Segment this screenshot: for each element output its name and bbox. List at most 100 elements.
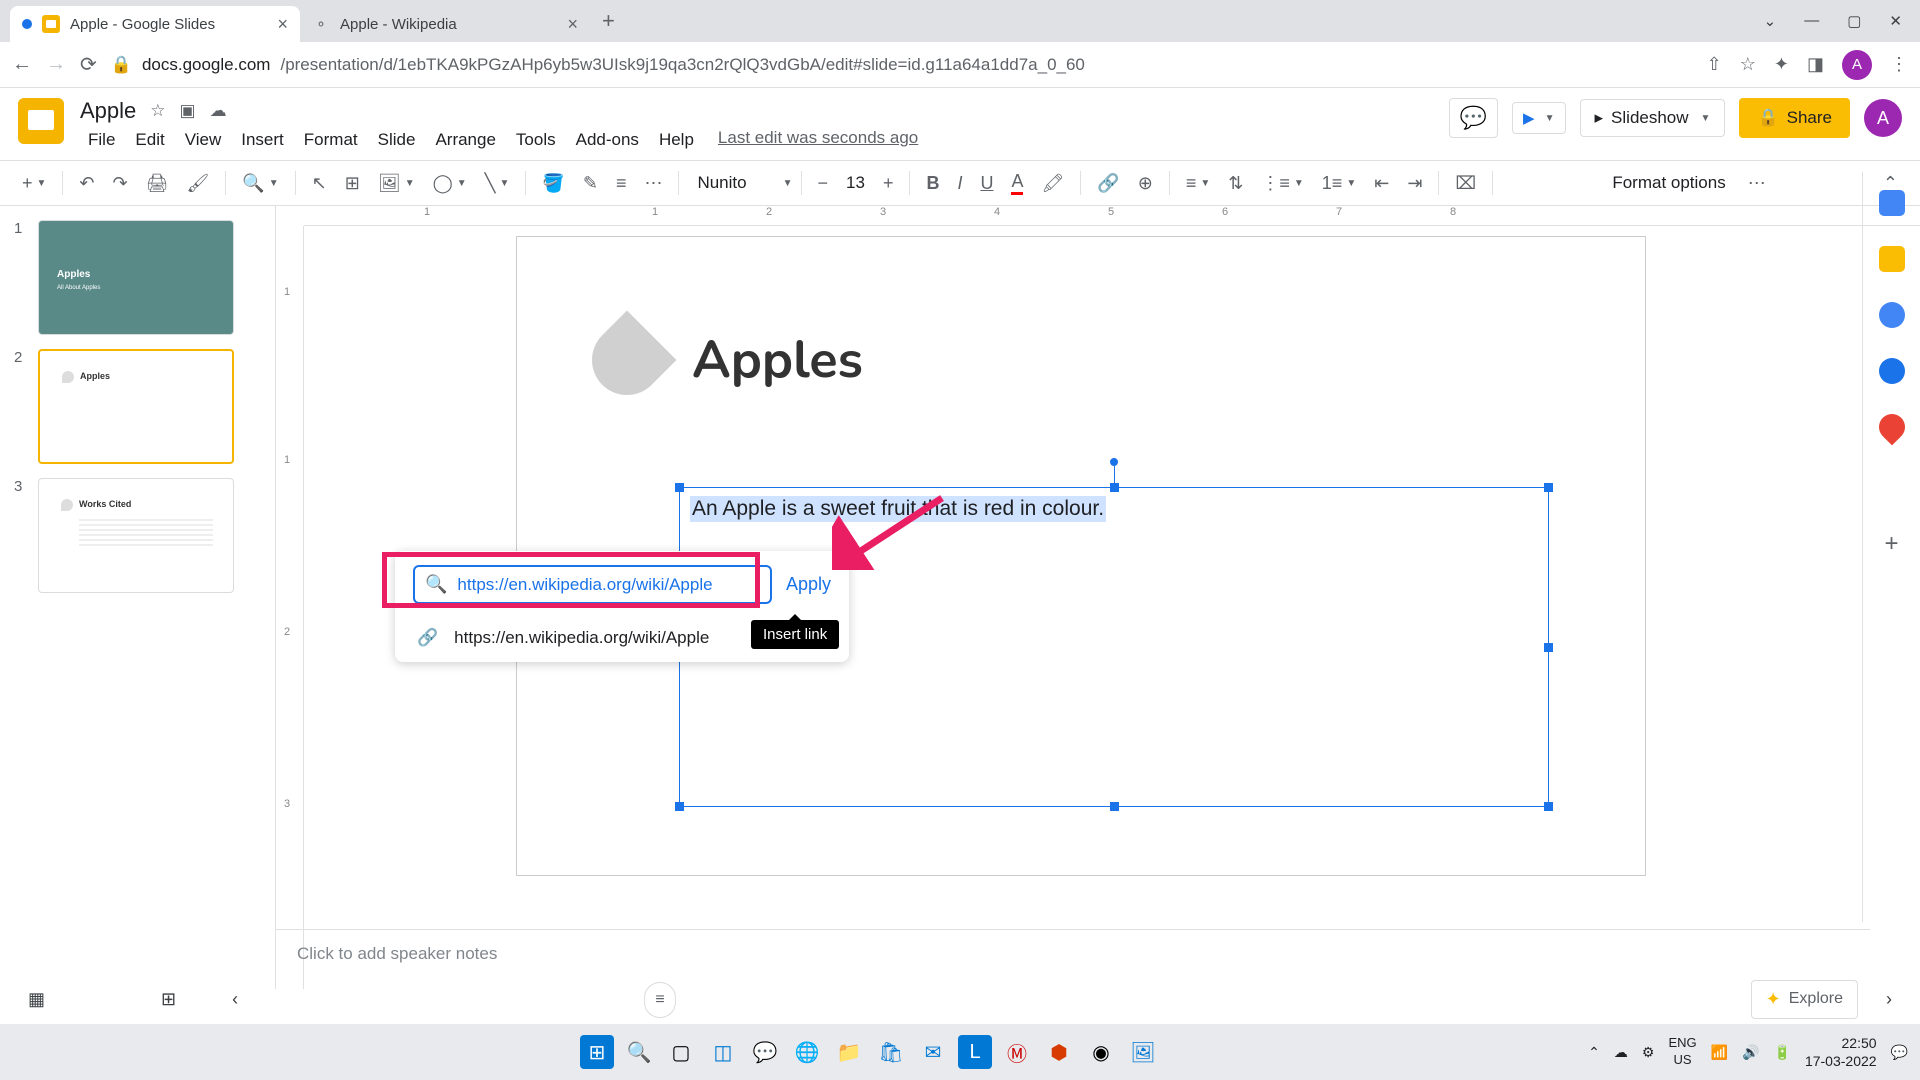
search-button[interactable]: 🔍 <box>622 1035 656 1069</box>
maps-icon[interactable] <box>1873 409 1910 446</box>
menu-icon[interactable]: ⋮ <box>1890 54 1908 75</box>
resize-handle[interactable] <box>1110 483 1119 492</box>
move-icon[interactable]: ▣ <box>180 101 196 121</box>
mail-icon[interactable]: ✉ <box>916 1035 950 1069</box>
paint-format-button[interactable]: 🖌 <box>178 167 217 200</box>
menu-edit[interactable]: Edit <box>127 128 172 152</box>
tab-search-icon[interactable]: ⌄ <box>1764 12 1777 30</box>
resize-handle[interactable] <box>1544 802 1553 811</box>
notifications-icon[interactable]: 💬 <box>1891 1044 1908 1061</box>
share-button[interactable]: 🔒 Share <box>1739 98 1850 138</box>
calendar-icon[interactable] <box>1879 190 1905 216</box>
menu-file[interactable]: File <box>80 128 123 152</box>
font-size-input[interactable]: 13 <box>838 173 873 193</box>
grid-view-button[interactable]: ⊞ <box>153 981 184 1018</box>
task-view-button[interactable]: ▢ <box>664 1035 698 1069</box>
font-family-select[interactable]: Nunito <box>687 169 776 197</box>
speaker-notes[interactable]: Click to add speaker notes <box>275 929 1870 974</box>
menu-help[interactable]: Help <box>651 128 702 152</box>
textbox-tool[interactable]: ⊞ <box>337 167 368 200</box>
filmstrip-view-button[interactable]: ▦ <box>20 981 53 1018</box>
reload-button[interactable]: ⟳ <box>80 52 97 77</box>
cloud-status-icon[interactable]: ☁ <box>210 101 227 121</box>
border-weight-button[interactable]: ≡ <box>608 167 635 200</box>
office-icon[interactable]: ⬢ <box>1042 1035 1076 1069</box>
share-page-icon[interactable]: ⇧ <box>1707 54 1722 75</box>
url-field[interactable]: 🔒 docs.google.com/presentation/d/1ebTKA9… <box>111 55 1693 75</box>
menu-format[interactable]: Format <box>296 128 366 152</box>
link-search-field[interactable]: 🔍 <box>413 565 772 604</box>
menu-view[interactable]: View <box>177 128 230 152</box>
border-color-button[interactable]: ✎ <box>575 167 606 200</box>
browser-tab-wikipedia[interactable]: ⚬ Apple - Wikipedia × <box>300 6 590 42</box>
align-button[interactable]: ≡▼ <box>1178 167 1218 200</box>
image-tool[interactable]: 🖼▼ <box>370 167 423 200</box>
resize-handle[interactable] <box>675 802 684 811</box>
last-edit-link[interactable]: Last edit was seconds ago <box>718 128 918 152</box>
fill-color-button[interactable]: 🪣 <box>534 167 572 200</box>
photos-icon[interactable]: 🖼 <box>1126 1035 1160 1069</box>
new-tab-button[interactable]: + <box>590 8 627 34</box>
explore-button[interactable]: ✦ Explore <box>1751 980 1858 1019</box>
minimize-icon[interactable]: — <box>1804 12 1819 30</box>
indent-decrease-button[interactable]: ⇤ <box>1366 167 1397 200</box>
close-tab-icon[interactable]: × <box>277 14 288 35</box>
star-icon[interactable]: ☆ <box>150 101 165 121</box>
contacts-icon[interactable] <box>1879 358 1905 384</box>
app-icon[interactable]: L <box>958 1035 992 1069</box>
insert-link-button[interactable]: 🔗 <box>1089 167 1127 200</box>
battery-icon[interactable]: 🔋 <box>1774 1044 1791 1061</box>
profile-avatar[interactable]: A <box>1842 50 1872 80</box>
start-button[interactable]: ⊞ <box>580 1035 614 1069</box>
explorer-icon[interactable]: 📁 <box>832 1035 866 1069</box>
chrome-icon[interactable]: ◉ <box>1084 1035 1118 1069</box>
add-addon-button[interactable]: + <box>1884 530 1898 558</box>
menu-addons[interactable]: Add-ons <box>568 128 647 152</box>
resize-handle[interactable] <box>1544 643 1553 652</box>
onedrive-icon[interactable]: ☁ <box>1614 1044 1628 1061</box>
numbered-list-button[interactable]: 1≡▼ <box>1314 167 1364 200</box>
tray-icon[interactable]: ⚙ <box>1642 1044 1655 1061</box>
clock[interactable]: 22:50 17-03-2022 <box>1805 1034 1877 1070</box>
border-dash-button[interactable]: ⋯ <box>636 167 670 200</box>
zoom-button[interactable]: 🔍▼ <box>234 167 286 200</box>
underline-button[interactable]: U <box>972 167 1001 200</box>
undo-button[interactable]: ↶ <box>71 167 102 200</box>
clear-formatting-button[interactable]: ⌧ <box>1447 167 1484 200</box>
select-tool[interactable]: ↖ <box>304 167 335 200</box>
language-indicator[interactable]: ENG US <box>1668 1035 1696 1069</box>
indent-increase-button[interactable]: ⇥ <box>1399 167 1430 200</box>
line-spacing-button[interactable]: ⇅ <box>1220 167 1251 200</box>
apply-button[interactable]: Apply <box>786 574 831 595</box>
resize-handle[interactable] <box>675 483 684 492</box>
comments-button[interactable]: 💬 <box>1449 98 1498 138</box>
edge-icon[interactable]: 🌐 <box>790 1035 824 1069</box>
mcafee-icon[interactable]: Ⓜ <box>1000 1035 1034 1069</box>
new-slide-button[interactable]: +▼ <box>14 167 54 200</box>
tray-chevron-icon[interactable]: ⌃ <box>1588 1044 1600 1061</box>
keep-icon[interactable] <box>1879 246 1905 272</box>
insert-comment-button[interactable]: ⊕ <box>1130 167 1161 200</box>
menu-arrange[interactable]: Arrange <box>427 128 503 152</box>
menu-slide[interactable]: Slide <box>370 128 424 152</box>
wifi-icon[interactable]: 📶 <box>1711 1044 1728 1061</box>
store-icon[interactable]: 🛍 <box>874 1035 908 1069</box>
text-color-button[interactable]: A <box>1003 165 1031 201</box>
more-button[interactable]: ⋯ <box>1740 167 1774 200</box>
close-tab-icon[interactable]: × <box>567 14 578 35</box>
account-avatar[interactable]: A <box>1864 99 1902 137</box>
browser-tab-slides[interactable]: Apple - Google Slides × <box>10 6 300 42</box>
bullet-list-button[interactable]: ⋮≡▼ <box>1253 167 1311 200</box>
widgets-button[interactable]: ◫ <box>706 1035 740 1069</box>
slides-logo-icon[interactable] <box>18 98 64 144</box>
menu-tools[interactable]: Tools <box>508 128 564 152</box>
slide-thumbnail-2[interactable]: Apples <box>38 349 234 464</box>
collapse-panel-button[interactable]: ‹ <box>224 981 246 1018</box>
document-title[interactable]: Apple <box>80 98 136 124</box>
print-button[interactable]: 🖨 <box>138 167 177 200</box>
extensions-icon[interactable]: ✦ <box>1774 54 1789 75</box>
chat-button[interactable]: 💬 <box>748 1035 782 1069</box>
resize-handle[interactable] <box>1110 802 1119 811</box>
redo-button[interactable]: ↷ <box>105 167 136 200</box>
slide-title[interactable]: Apples <box>692 325 863 396</box>
